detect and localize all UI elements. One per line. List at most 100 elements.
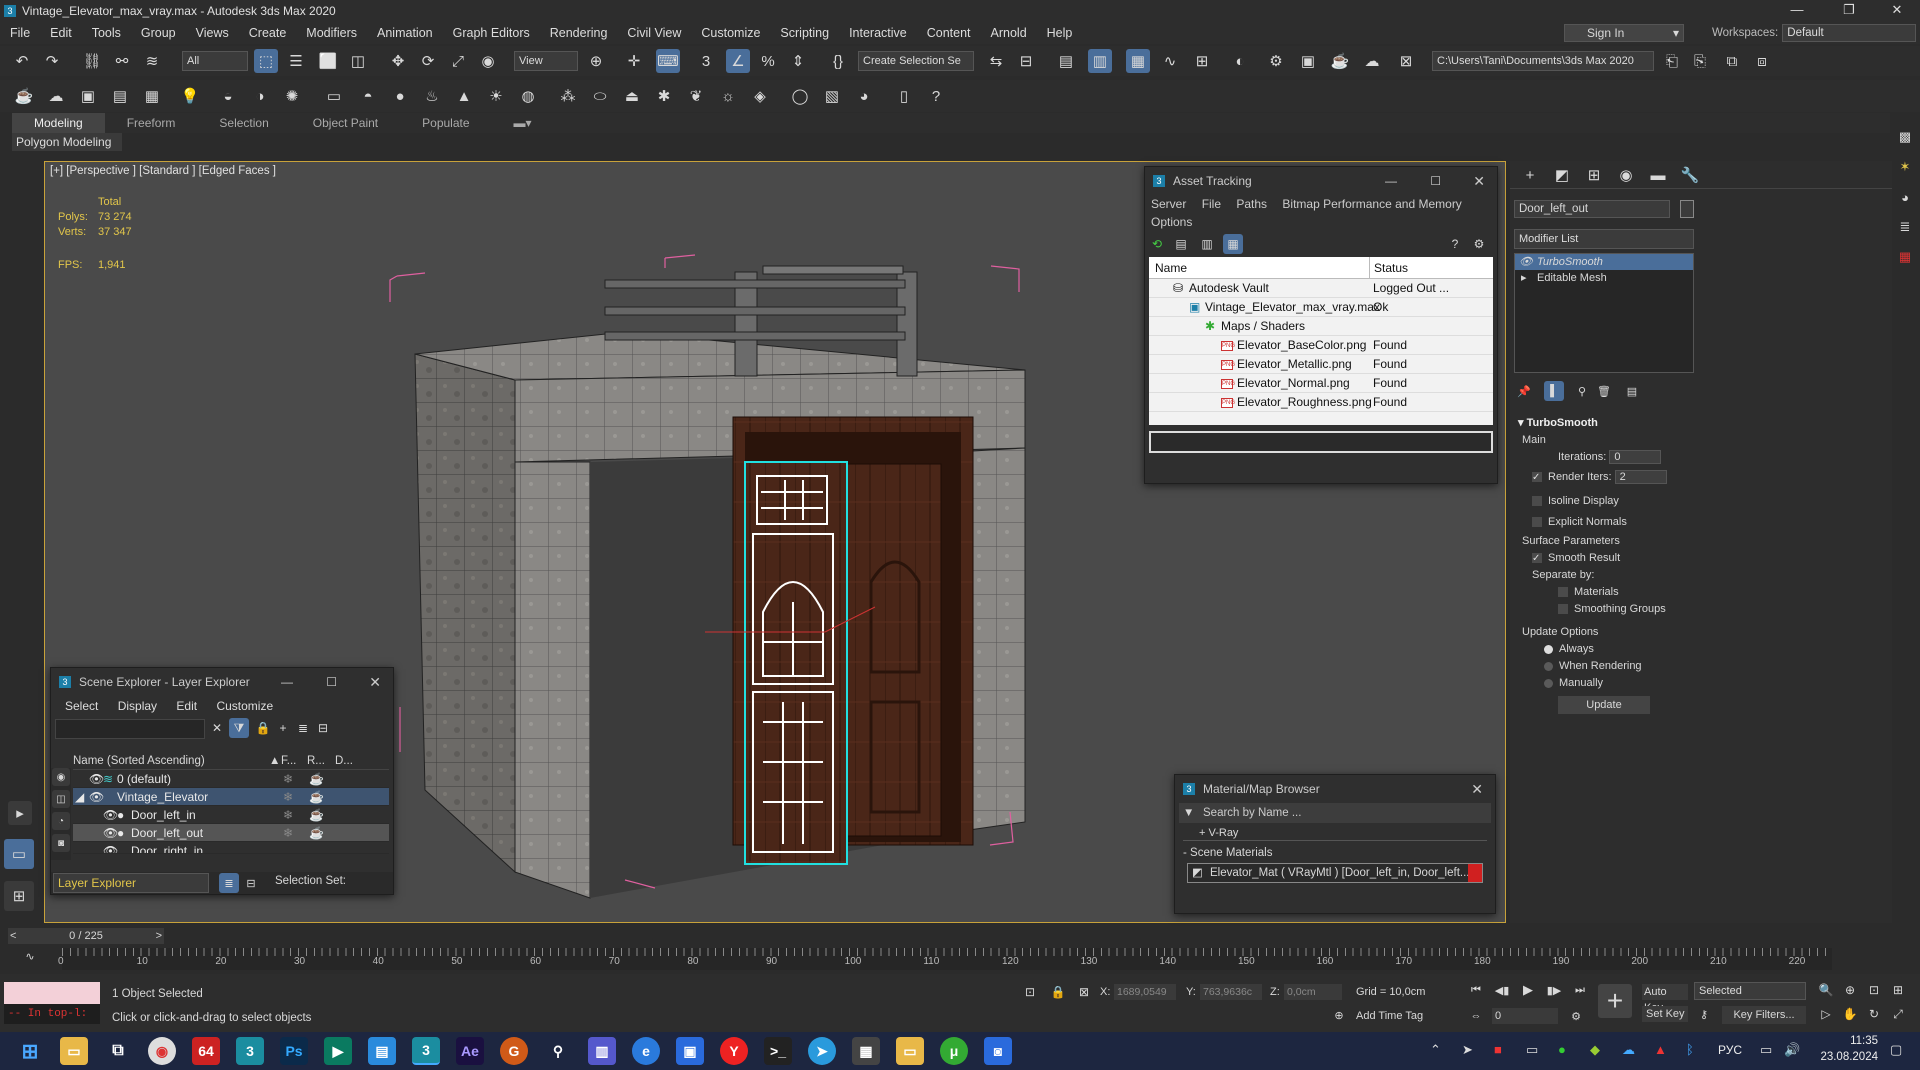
- modifier-turbosmooth[interactable]: 👁 TurboSmooth: [1515, 254, 1693, 270]
- menu-scripting[interactable]: Scripting: [770, 26, 839, 40]
- when-rendering-radio[interactable]: [1544, 661, 1553, 671]
- viewport-layout-icon[interactable]: ▭: [4, 839, 34, 869]
- lock-selection-icon[interactable]: 🔒: [1048, 982, 1068, 1002]
- material-browser-header[interactable]: 3 Material/Map Browser ✕: [1175, 775, 1495, 803]
- zoom-icon[interactable]: 🔍: [1816, 980, 1836, 1000]
- sphere-icon[interactable]: ●: [388, 84, 412, 108]
- select-manipulate-icon[interactable]: ✛: [622, 49, 646, 73]
- proxy-icon[interactable]: ⬭: [588, 84, 612, 108]
- table-row[interactable]: ✱ Maps / Shaders: [1149, 317, 1493, 336]
- orbit-icon[interactable]: ↻: [1864, 1004, 1884, 1024]
- render-shortcut-icon[interactable]: ⊠: [1394, 49, 1418, 73]
- app-64-icon[interactable]: 64: [192, 1037, 220, 1065]
- reference-coordinate-dropdown[interactable]: View: [514, 51, 578, 71]
- hdri-icon[interactable]: ☼: [716, 84, 740, 108]
- tab-modeling[interactable]: Modeling: [12, 113, 105, 133]
- layer-row[interactable]: 👁 Door_right_in: [73, 842, 389, 854]
- isolate-icon[interactable]: ⊡: [1020, 982, 1040, 1002]
- layers-icon[interactable]: ≣: [293, 718, 313, 738]
- key-filters-button[interactable]: Key Filters...: [1722, 1006, 1806, 1024]
- utilities-tab-icon[interactable]: 🔧: [1678, 163, 1702, 187]
- sign-in-button[interactable]: Sign In ▾: [1564, 24, 1684, 42]
- zoom-extents-icon[interactable]: ⊡: [1864, 980, 1884, 1000]
- box-icon[interactable]: ▭: [322, 84, 346, 108]
- table-row[interactable]: PNG Elevator_Normal.png Found: [1149, 374, 1493, 393]
- smooth-result-checkbox[interactable]: [1532, 550, 1542, 567]
- modifier-list-dropdown[interactable]: Modifier List: [1514, 229, 1694, 249]
- eye-icon[interactable]: 👁: [89, 770, 104, 788]
- render-iters-checkbox[interactable]: [1532, 469, 1542, 486]
- cloud-icon[interactable]: ☁: [44, 84, 68, 108]
- notifications-icon[interactable]: ▢: [1890, 1042, 1902, 1058]
- search-input[interactable]: [55, 719, 205, 739]
- select-by-name-icon[interactable]: ☰: [284, 49, 308, 73]
- menu-graph-editors[interactable]: Graph Editors: [443, 26, 540, 40]
- menu-file[interactable]: File: [1202, 197, 1221, 211]
- tab-selection[interactable]: Selection: [197, 113, 290, 133]
- display-tab-icon[interactable]: ▬: [1646, 163, 1670, 187]
- modifier-editable-mesh[interactable]: ▸ Editable Mesh: [1515, 270, 1693, 286]
- maximize-viewport-icon[interactable]: ⤢: [1888, 1004, 1908, 1024]
- move-icon[interactable]: ✥: [386, 49, 410, 73]
- sphere-light-icon[interactable]: ◑: [248, 84, 272, 108]
- layer-explorer-dropdown[interactable]: Layer Explorer: [53, 873, 209, 893]
- menu-interactive[interactable]: Interactive: [839, 26, 917, 40]
- menu-select[interactable]: Select: [65, 699, 98, 713]
- always-radio[interactable]: [1544, 644, 1553, 654]
- align-icon[interactable]: ⊟: [1014, 49, 1038, 73]
- key-icon[interactable]: ⚷: [1694, 1004, 1714, 1024]
- select-object-icon[interactable]: ⬚: [254, 49, 278, 73]
- close-icon[interactable]: ✕: [1473, 167, 1485, 195]
- create-tab-icon[interactable]: +: [1518, 163, 1542, 187]
- layer-row[interactable]: 👁 ≋ 0 (default) ❄ ☕: [73, 770, 389, 788]
- calculator-icon[interactable]: ▤: [108, 84, 132, 108]
- windows-start-icon[interactable]: ⊞: [16, 1037, 44, 1065]
- task-view-icon[interactable]: ⧉: [104, 1037, 132, 1065]
- eye-icon[interactable]: 👁: [1519, 254, 1533, 270]
- volume-icon[interactable]: 🔊: [1784, 1042, 1800, 1058]
- motion-tab-icon[interactable]: ◉: [1614, 163, 1638, 187]
- menu-customize[interactable]: Customize: [216, 699, 273, 713]
- curve-editor-icon[interactable]: ∿: [1158, 49, 1182, 73]
- add-layer-icon[interactable]: +: [273, 718, 293, 738]
- 3dsmax-icon[interactable]: 3: [236, 1037, 264, 1065]
- minimize-icon[interactable]: —: [1385, 167, 1397, 195]
- grid-icon[interactable]: ▦: [140, 84, 164, 108]
- sphere-icon[interactable]: ◕: [1894, 186, 1916, 208]
- display-icon[interactable]: ▭: [1760, 1042, 1772, 1058]
- manually-radio[interactable]: [1544, 678, 1553, 688]
- hierarchy-toggle-icon[interactable]: ⊟: [241, 873, 261, 893]
- object-name-field[interactable]: Door_left_out: [1514, 200, 1670, 218]
- maximize-icon[interactable]: ☐: [1430, 167, 1441, 195]
- eye-icon[interactable]: 👁: [103, 824, 118, 842]
- fur-settings-icon[interactable]: ✱: [652, 84, 676, 108]
- next-key-icon[interactable]: ▮▶: [1544, 980, 1564, 1000]
- region-select-icon[interactable]: ⬜: [316, 49, 340, 73]
- freeze-icon[interactable]: ❄: [283, 824, 293, 842]
- menu-animation[interactable]: Animation: [367, 26, 443, 40]
- yandex-icon[interactable]: Y: [720, 1037, 748, 1065]
- angle-snap-icon[interactable]: ∠: [726, 49, 750, 73]
- eye-icon[interactable]: 👁: [103, 806, 118, 824]
- tray-nvidia-icon[interactable]: ◆: [1590, 1042, 1600, 1058]
- add-time-tag[interactable]: Add Time Tag: [1356, 1010, 1423, 1022]
- workspace-value[interactable]: Default: [1782, 24, 1917, 42]
- archive-icon[interactable]: ▥: [588, 1037, 616, 1065]
- render-icon[interactable]: ☕: [309, 788, 324, 806]
- cone-icon[interactable]: ▲: [452, 84, 476, 108]
- x-field[interactable]: 1689,0549: [1114, 984, 1176, 1000]
- rendered-frame-window-icon[interactable]: ▣: [1296, 49, 1320, 73]
- minimize-icon[interactable]: —: [1774, 0, 1820, 22]
- rollout-title[interactable]: ▾ TurboSmooth: [1514, 415, 1694, 432]
- filter-icon[interactable]: ⧩: [229, 718, 249, 738]
- bind-space-warp-icon[interactable]: ≋: [140, 49, 164, 73]
- displacement-icon[interactable]: ⏏: [620, 84, 644, 108]
- viewport-layout-alt-icon[interactable]: ⊞: [4, 881, 34, 911]
- vfb-icon[interactable]: ▧: [820, 84, 844, 108]
- spinner-snap-icon[interactable]: ⇕: [786, 49, 810, 73]
- goto-end-icon[interactable]: ⏭: [1570, 980, 1590, 1000]
- toggle-ribbon-icon[interactable]: ▦: [1126, 49, 1150, 73]
- tray-chevron-icon[interactable]: ⌃: [1430, 1042, 1441, 1058]
- zoom-extents-all-icon[interactable]: ⊞: [1888, 980, 1908, 1000]
- tray-network-icon[interactable]: ☁: [1622, 1042, 1635, 1058]
